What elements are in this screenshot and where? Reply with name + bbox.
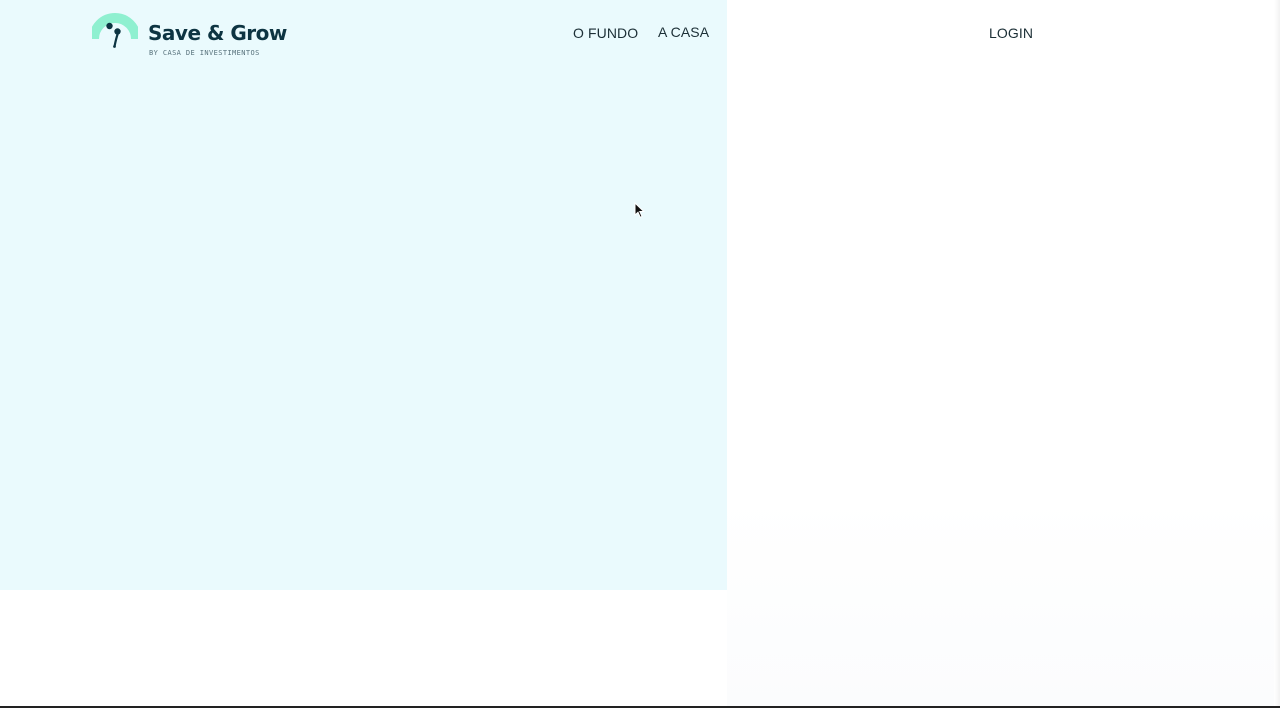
- save-and-grow-logo-icon: [92, 13, 138, 48]
- right-edge: [1274, 0, 1280, 708]
- hero-panel: [0, 0, 727, 590]
- nav-o-fundo[interactable]: O FUNDO: [573, 25, 638, 41]
- brand-tagline: BY CASA DE INVESTIMENTOS: [149, 49, 260, 57]
- nav-a-casa[interactable]: A CASA: [658, 24, 709, 40]
- brand-logo-link[interactable]: Save & Grow BY CASA DE INVESTIMENTOS: [92, 9, 287, 61]
- right-content-area: [727, 0, 1280, 708]
- page: Save & Grow BY CASA DE INVESTIMENTOS O F…: [0, 0, 1280, 708]
- brand-name: Save & Grow: [148, 21, 287, 45]
- site-header: Save & Grow BY CASA DE INVESTIMENTOS O F…: [0, 0, 1280, 70]
- login-link[interactable]: LOGIN: [989, 25, 1033, 41]
